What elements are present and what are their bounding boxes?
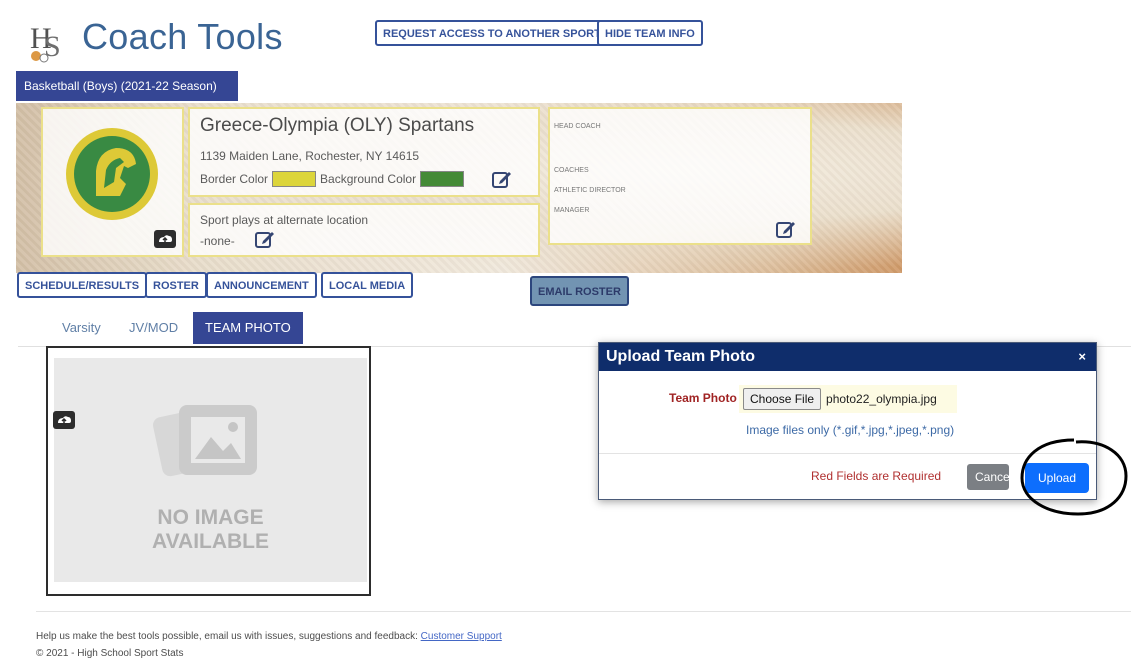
footer-divider [36,611,1131,612]
required-fields-note: Red Fields are Required [811,469,942,483]
alternate-location-label: Sport plays at alternate location [200,213,369,227]
edit-staff-icon[interactable] [776,219,796,239]
modal-close-button[interactable]: × [1078,343,1086,371]
team-photo-frame: NO IMAGE AVAILABLE [46,346,371,596]
hide-team-info-button[interactable]: HIDE TEAM INFO [597,20,703,46]
schedule-results-button[interactable]: SCHEDULE/RESULTS [17,272,148,298]
selected-file-name: photo22_olympia.jpg [826,392,937,406]
background-color-swatch [420,171,465,187]
upload-photo-icon[interactable] [52,410,76,430]
no-image-text-line2: AVAILABLE [151,530,270,553]
local-media-button[interactable]: LOCAL MEDIA [321,272,414,298]
team-address: 1139 Maiden Lane, Rochester, NY 14615 [200,149,420,163]
email-roster-button[interactable]: EMAIL ROSTER [530,276,629,306]
tab-team-photo[interactable]: TEAM PHOTO [193,312,303,344]
upload-button[interactable]: Upload [1025,463,1089,493]
spartan-logo-icon [66,128,158,220]
team-banner: Greece-Olympia (OLY) Spartans 1139 Maide… [16,103,902,273]
customer-support-link[interactable]: Customer Support [421,631,502,642]
footer-feedback-text: Help us make the best tools possible, em… [36,631,418,642]
team-logo-panel [41,107,184,257]
background-color-label: Background Color [320,172,417,186]
roster-button[interactable]: ROSTER [145,272,207,298]
footer-feedback: Help us make the best tools possible, em… [36,631,502,642]
coaches-label: COACHES [554,167,589,174]
modal-title: Upload Team Photo [606,348,756,365]
edit-location-icon[interactable] [255,229,275,249]
head-coach-label: HEAD COACH [554,123,601,130]
modal-divider [599,453,1096,454]
alternate-location-value: -none- [200,234,235,248]
app-title: Coach Tools [82,16,283,57]
upload-logo-icon[interactable] [153,229,177,249]
file-type-hint: Image files only (*.gif,*.jpg,*.jpeg,*.p… [746,423,955,437]
tab-varsity[interactable]: Varsity [50,312,113,344]
team-photo-field-label: Team Photo [669,391,737,405]
footer-copyright: © 2021 - High School Sport Stats [36,648,184,659]
upload-team-photo-modal: Upload Team Photo × Team Photo Choose Fi… [598,342,1097,500]
request-access-button[interactable]: REQUEST ACCESS TO ANOTHER SPORT [375,20,609,46]
no-image-placeholder: NO IMAGE AVAILABLE [54,358,367,582]
team-info-panel: Greece-Olympia (OLY) Spartans 1139 Maide… [188,107,540,197]
staff-panel: HEAD COACH COACHES ATHLETIC DIRECTOR MAN… [548,107,812,245]
team-colors: Border Color Background Color [200,171,465,187]
file-input[interactable]: Choose File photo22_olympia.jpg [739,385,957,413]
no-image-text-line1: NO IMAGE [157,506,264,529]
sport-season-tab[interactable]: Basketball (Boys) (2021-22 Season) [16,71,238,101]
announcement-button[interactable]: ANNOUNCEMENT [206,272,317,298]
cancel-button[interactable]: Cancel [967,464,1009,490]
edit-team-info-icon[interactable] [492,169,512,189]
border-color-swatch [272,171,317,187]
image-placeholder-icon [153,405,257,477]
hss-logo: H S [30,22,61,63]
alternate-location-panel: Sport plays at alternate location -none- [188,203,540,257]
tab-jv-mod[interactable]: JV/MOD [117,312,190,344]
athletic-director-label: ATHLETIC DIRECTOR [554,187,626,194]
team-name: Greece-Olympia (OLY) Spartans [200,115,475,136]
manager-label: MANAGER [554,207,590,214]
modal-header: Upload Team Photo × [599,343,1096,371]
choose-file-button[interactable]: Choose File [743,388,822,410]
border-color-label: Border Color [200,172,269,186]
